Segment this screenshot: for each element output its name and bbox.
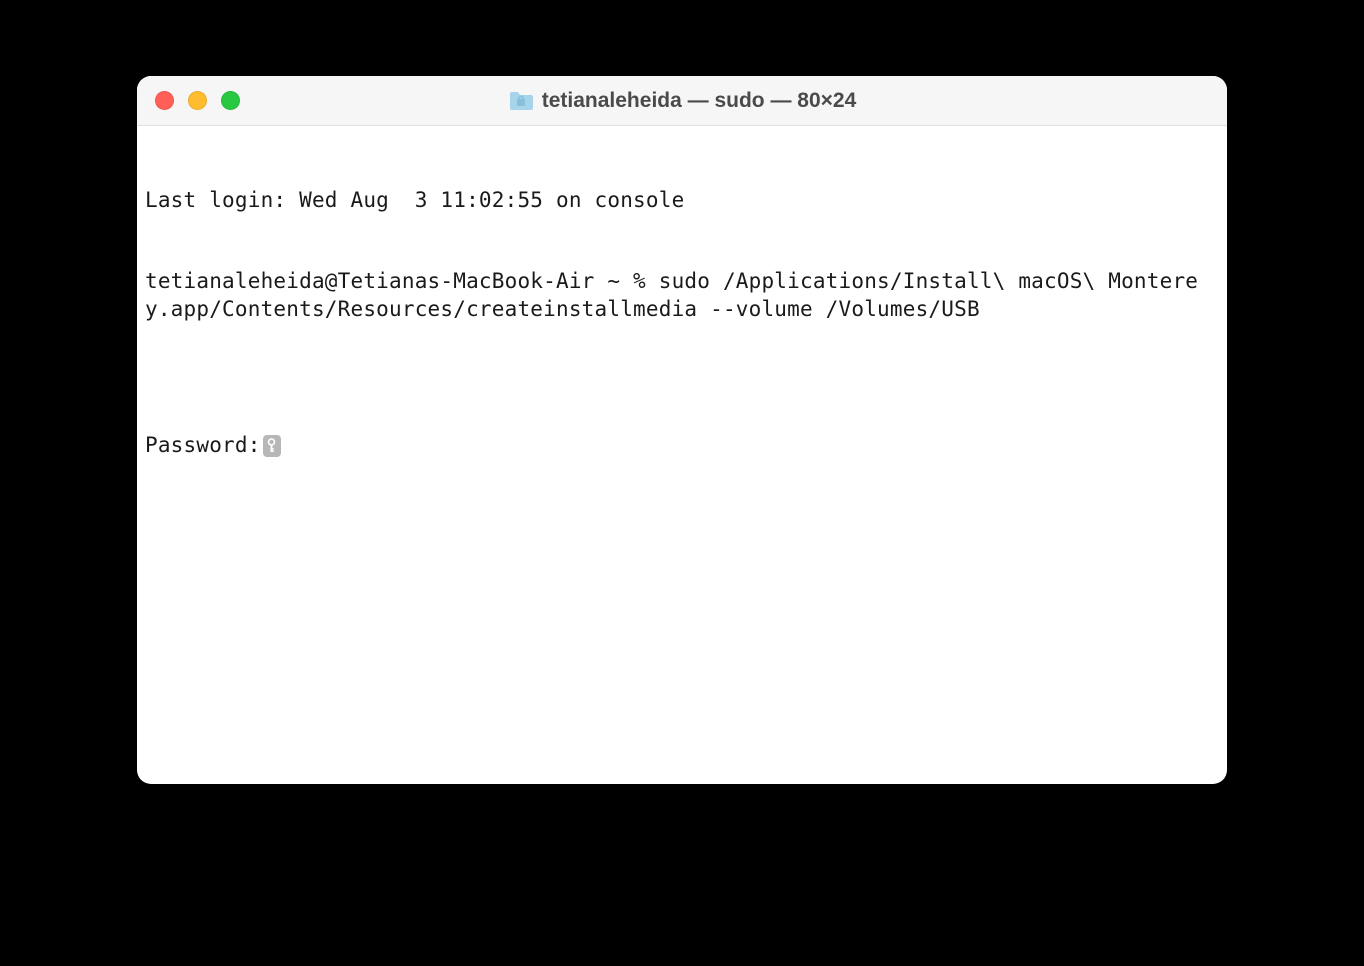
maximize-button[interactable]	[221, 91, 240, 110]
folder-icon	[508, 90, 534, 112]
terminal-window: tetianaleheida — sudo — 80×24 Last login…	[137, 76, 1227, 784]
title-area: tetianaleheida — sudo — 80×24	[137, 89, 1227, 113]
terminal-line-last-login: Last login: Wed Aug 3 11:02:55 on consol…	[145, 187, 1219, 214]
titlebar: tetianaleheida — sudo — 80×24	[137, 76, 1227, 126]
key-icon	[263, 435, 281, 457]
close-button[interactable]	[155, 91, 174, 110]
password-label: Password:	[145, 432, 261, 459]
window-title: tetianaleheida — sudo — 80×24	[542, 89, 857, 113]
minimize-button[interactable]	[188, 91, 207, 110]
traffic-lights	[137, 91, 240, 110]
terminal-line-password: Password:	[145, 432, 1219, 459]
terminal-body[interactable]: Last login: Wed Aug 3 11:02:55 on consol…	[137, 126, 1227, 784]
terminal-line-command: tetianaleheida@Tetianas-MacBook-Air ~ % …	[145, 268, 1219, 323]
